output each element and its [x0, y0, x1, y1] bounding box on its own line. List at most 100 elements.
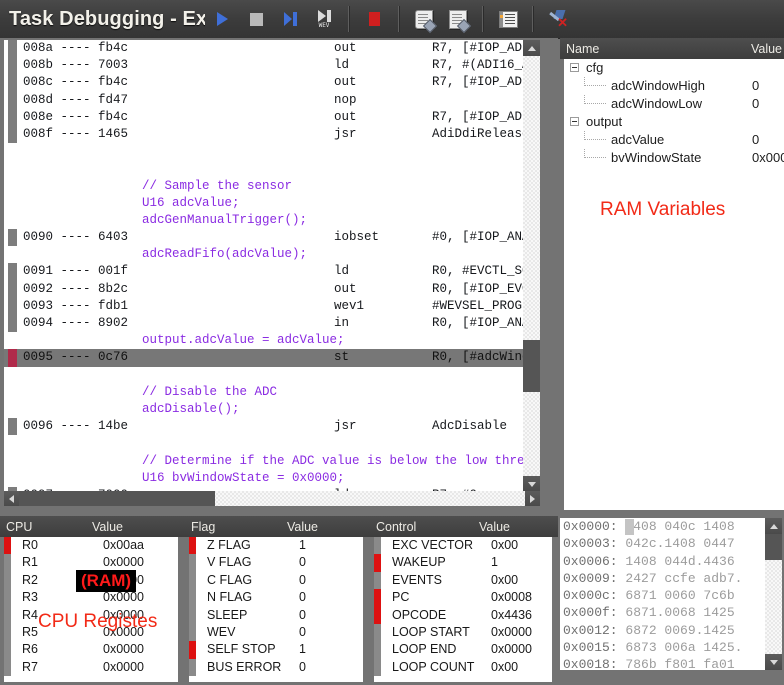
- ram-tree[interactable]: cfgadcWindowHigh0adcWindowLow0outputadcV…: [564, 59, 784, 510]
- ram-variable-row[interactable]: adcValue0: [564, 131, 784, 149]
- control-register-row[interactable]: EVENTS0x00: [374, 572, 552, 589]
- code-line-source[interactable]: output.adcValue = adcValue;: [4, 332, 540, 349]
- ram-variable-row[interactable]: cfg: [564, 59, 784, 77]
- memory-dump-row[interactable]: 0x0000: 1408 040c 1408: [560, 518, 782, 535]
- step-wev-button[interactable]: WEV: [307, 2, 341, 36]
- code-line-source[interactable]: adcReadFifo(adcValue);: [4, 246, 540, 263]
- ram-variable-row[interactable]: bvWindowState0x000: [564, 149, 784, 167]
- cpu-register-row[interactable]: R60x0000: [4, 641, 178, 658]
- ram-variable-row[interactable]: output: [564, 113, 784, 131]
- memory-dump-row[interactable]: 0x0012: 6872 0069.1425: [560, 622, 782, 639]
- control-register-row[interactable]: WAKEUP1: [374, 554, 552, 571]
- code-line-asm[interactable]: 008e ---- fb4coutR7, [#IOP_ADISP: [4, 109, 540, 126]
- gutter-marker[interactable]: [8, 418, 17, 435]
- gutter-marker[interactable]: [8, 281, 17, 298]
- inspect-document-button[interactable]: [441, 2, 475, 36]
- scroll-up-arrow-icon[interactable]: [523, 40, 540, 56]
- editor-hscroll-thumb[interactable]: [19, 491, 215, 506]
- tree-collapse-icon[interactable]: [570, 117, 579, 126]
- code-line-asm[interactable]: 0090 ---- 6403iobset#0, [#IOP_ANAI: [4, 229, 540, 246]
- gutter-marker[interactable]: [8, 92, 17, 109]
- listing-button[interactable]: [491, 2, 525, 36]
- memory-dump-row[interactable]: 0x0018: 786b f801 fa01: [560, 656, 782, 670]
- gutter-marker[interactable]: [8, 74, 17, 91]
- memory-dump-row[interactable]: 0x0006: 1408 044d.4436: [560, 553, 782, 570]
- flag-row[interactable]: C FLAG0: [189, 572, 363, 589]
- gutter-marker[interactable]: [8, 57, 17, 74]
- code-editor-viewport[interactable]: 008a ---- fb4coutR7, [#IOP_ADISP008b ---…: [4, 40, 540, 492]
- cpu-register-list[interactable]: R00x00aaR10x0000R20x0000R30x0000R40x0000…: [4, 537, 178, 682]
- code-line-current[interactable]: 0095 ---- 0c76stR0, [#adcWindo: [4, 349, 540, 366]
- code-line-source[interactable]: // Determine if the ADC value is below t…: [4, 453, 540, 470]
- code-line-asm[interactable]: 0094 ---- 8902inR0, [#IOP_ANAI: [4, 315, 540, 332]
- gutter-marker[interactable]: [8, 109, 17, 126]
- code-line-asm[interactable]: 0091 ---- 001fldR0, #EVCTL_SCE: [4, 263, 540, 280]
- memory-dump-row[interactable]: 0x000f: 6871.0068 1425: [560, 604, 782, 621]
- memory-dump-row[interactable]: 0x000c: 6871 0060 7c6b: [560, 587, 782, 604]
- control-register-row[interactable]: OPCODE0x4436: [374, 607, 552, 624]
- cpu-register-row[interactable]: R70x0000: [4, 659, 178, 676]
- gutter-marker[interactable]: [8, 298, 17, 315]
- code-line-source[interactable]: adcDisable();: [4, 401, 540, 418]
- flag-row[interactable]: SELF STOP1: [189, 641, 363, 658]
- code-line-source[interactable]: // Sample the sensor: [4, 178, 540, 195]
- memory-scroll-down-arrow-icon[interactable]: [765, 654, 782, 670]
- control-register-row[interactable]: EXC VECTOR0x00: [374, 537, 552, 554]
- gutter-marker[interactable]: [8, 229, 17, 246]
- gutter-marker[interactable]: [8, 315, 17, 332]
- flag-row[interactable]: Z FLAG1: [189, 537, 363, 554]
- control-register-row[interactable]: LOOP COUNT0x00: [374, 659, 552, 676]
- flag-row[interactable]: V FLAG0: [189, 554, 363, 571]
- code-editor[interactable]: 008a ---- fb4coutR7, [#IOP_ADISP008b ---…: [0, 38, 558, 510]
- flag-row[interactable]: WEV0: [189, 624, 363, 641]
- editor-vscroll-thumb[interactable]: [523, 340, 540, 392]
- gutter-marker[interactable]: [8, 126, 17, 143]
- code-line-source[interactable]: U16 bvWindowState = 0x0000;: [4, 470, 540, 487]
- step-button[interactable]: [273, 2, 307, 36]
- gutter-marker[interactable]: [8, 263, 17, 280]
- control-register-row[interactable]: LOOP START0x0000: [374, 624, 552, 641]
- memory-vertical-scrollbar[interactable]: [765, 518, 782, 670]
- code-line-asm[interactable]: 008b ---- 7003ldR7, #(ADI16_ADC: [4, 57, 540, 74]
- memory-address: 0x0009:: [563, 571, 625, 586]
- tree-collapse-icon[interactable]: [570, 63, 579, 72]
- flag-list[interactable]: Z FLAG1V FLAG0C FLAG0N FLAG0SLEEP0WEV0SE…: [189, 537, 363, 682]
- editor-horizontal-scrollbar[interactable]: [4, 491, 540, 506]
- memory-dump-row[interactable]: 0x0015: 6873 006a 1425.: [560, 639, 782, 656]
- stop-button[interactable]: [239, 2, 273, 36]
- flag-row[interactable]: BUS ERROR0: [189, 659, 363, 676]
- code-line-source[interactable]: // Disable the ADC: [4, 384, 540, 401]
- code-line-asm[interactable]: 0093 ---- fdb1wev1#WEVSEL_PROG: [4, 298, 540, 315]
- gutter-marker[interactable]: [8, 40, 17, 57]
- code-line-asm[interactable]: 008c ---- fb4coutR7, [#IOP_ADISP: [4, 74, 540, 91]
- scroll-right-arrow-icon[interactable]: [525, 491, 540, 506]
- code-line-asm[interactable]: 008d ---- fd47nop: [4, 92, 540, 109]
- load-program-button[interactable]: [407, 2, 441, 36]
- cpu-register-row[interactable]: R00x00aa: [4, 537, 178, 554]
- memory-vscroll-thumb[interactable]: [765, 534, 782, 560]
- memory-dump-row[interactable]: 0x0009: 2427 ccfe adb7.: [560, 570, 782, 587]
- control-register-list[interactable]: EXC VECTOR0x00WAKEUP1EVENTS0x00PC0x0008O…: [374, 537, 552, 682]
- control-register-row[interactable]: LOOP END0x0000: [374, 641, 552, 658]
- ram-variable-row[interactable]: adcWindowHigh0: [564, 77, 784, 95]
- code-line-asm[interactable]: 0096 ---- 14bejsrAdcDisable: [4, 418, 540, 435]
- code-line-asm[interactable]: 0092 ---- 8b2coutR0, [#IOP_EVCT: [4, 281, 540, 298]
- clear-breakpoints-button[interactable]: ✕: [541, 2, 575, 36]
- editor-vertical-scrollbar[interactable]: [523, 40, 540, 492]
- breakpoint-marker[interactable]: [8, 349, 17, 366]
- code-line-source[interactable]: U16 adcValue;: [4, 195, 540, 212]
- memory-scroll-up-arrow-icon[interactable]: [765, 518, 782, 534]
- code-line-asm[interactable]: 008f ---- 1465jsrAdiDdiRelease: [4, 126, 540, 143]
- memory-dump-row[interactable]: 0x0003: 042c.1408 0447: [560, 535, 782, 552]
- control-register-row[interactable]: PC0x0008: [374, 589, 552, 606]
- scroll-down-arrow-icon[interactable]: [523, 476, 540, 492]
- code-line-source[interactable]: adcGenManualTrigger();: [4, 212, 540, 229]
- scroll-left-arrow-icon[interactable]: [4, 491, 19, 506]
- code-line-asm[interactable]: 008a ---- fb4coutR7, [#IOP_ADISP: [4, 40, 540, 57]
- memory-dump-list[interactable]: 0x0000: 1408 040c 14080x0003: 042c.1408 …: [560, 518, 782, 670]
- run-button[interactable]: [205, 2, 239, 36]
- ram-variable-row[interactable]: adcWindowLow0: [564, 95, 784, 113]
- halt-button[interactable]: [357, 2, 391, 36]
- flag-row[interactable]: N FLAG0: [189, 589, 363, 606]
- flag-row[interactable]: SLEEP0: [189, 607, 363, 624]
